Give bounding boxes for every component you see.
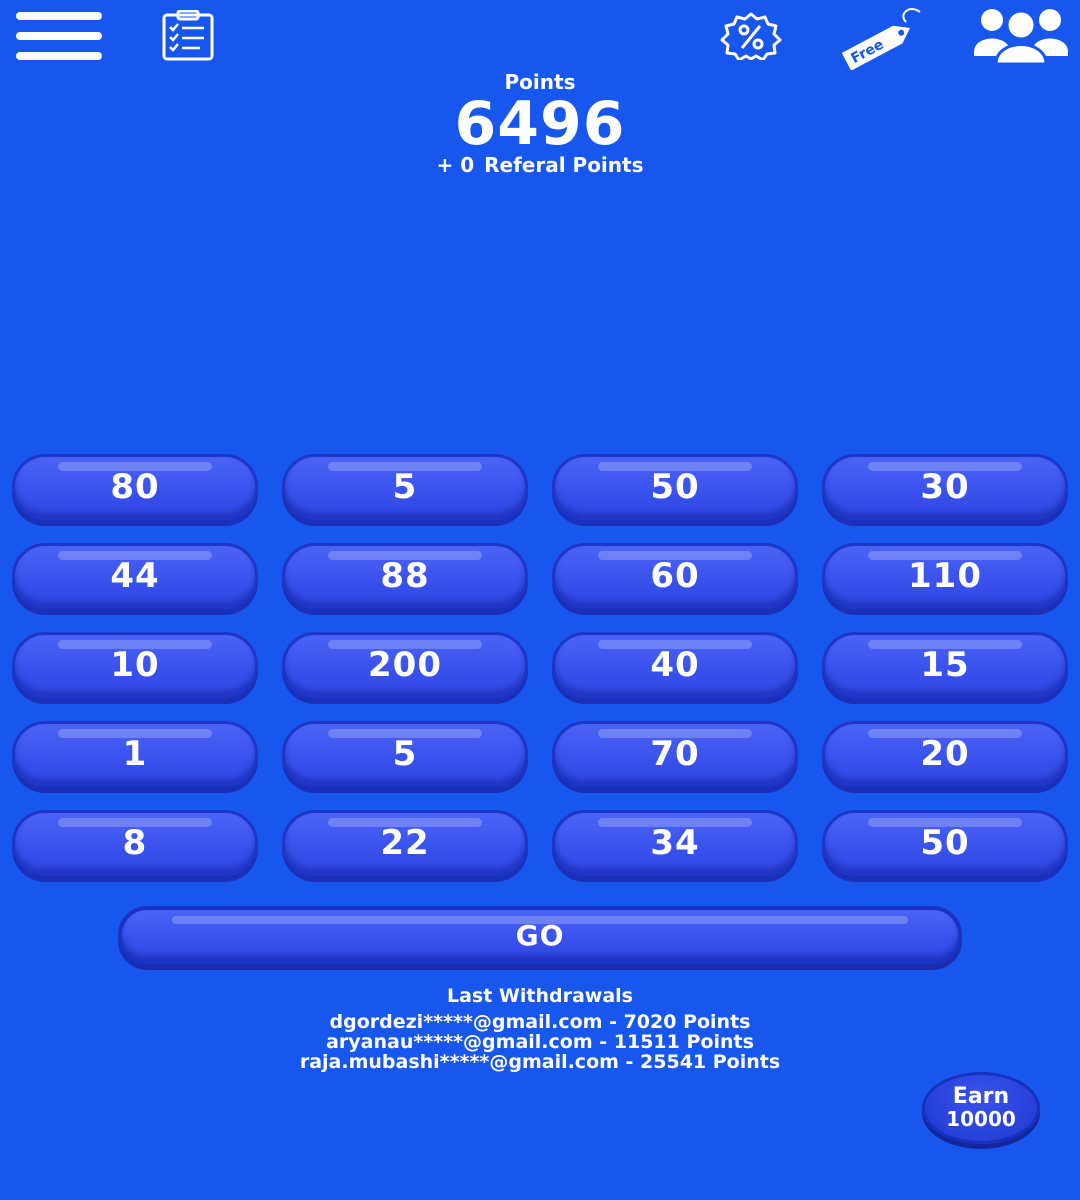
number-button[interactable]: 50 <box>552 454 798 520</box>
number-button[interactable]: 40 <box>552 632 798 698</box>
go-button[interactable]: GO <box>118 906 962 964</box>
points-display: Points 6496 + 0 Referal Points <box>0 70 1080 176</box>
withdrawal-item: dgordezi*****@gmail.com - 7020 Points <box>329 1011 751 1033</box>
number-button[interactable]: 200 <box>282 632 528 698</box>
last-withdrawals: Last Withdrawals dgordezi*****@gmail.com… <box>0 986 1080 1072</box>
number-button[interactable]: 22 <box>282 810 528 876</box>
points-value: 6496 <box>454 89 626 159</box>
number-button[interactable]: 80 <box>12 454 258 520</box>
last-withdrawals-title: Last Withdrawals <box>446 985 633 1007</box>
withdrawal-item: aryanau*****@gmail.com - 11511 Points <box>326 1031 754 1053</box>
number-button[interactable]: 70 <box>552 721 798 787</box>
free-tag-icon: Free <box>841 8 921 71</box>
task-checklist-icon <box>162 9 214 61</box>
number-button[interactable]: 30 <box>822 454 1068 520</box>
number-button[interactable]: 10 <box>12 632 258 698</box>
number-button[interactable]: 88 <box>282 543 528 609</box>
referral-points-value: + 0 <box>436 153 475 177</box>
number-button[interactable]: 5 <box>282 454 528 520</box>
number-button[interactable]: 44 <box>12 543 258 609</box>
earn-label: Earn <box>952 1084 1010 1109</box>
referral-points-label: Referal Points <box>484 153 644 177</box>
menu-button[interactable] <box>14 10 104 62</box>
discount-badge-icon <box>720 12 782 62</box>
hamburger-menu-icon <box>16 12 102 60</box>
discount-button[interactable] <box>716 12 786 62</box>
free-offer-button[interactable]: Free <box>834 4 926 71</box>
number-button[interactable]: 34 <box>552 810 798 876</box>
earn-button[interactable]: Earn 10000 <box>922 1072 1040 1144</box>
users-group-icon <box>974 9 1068 66</box>
number-button[interactable]: 20 <box>822 721 1068 787</box>
tasks-button[interactable] <box>160 9 216 62</box>
earn-amount: 10000 <box>946 1107 1016 1131</box>
number-button[interactable]: 60 <box>552 543 798 609</box>
referral-points: + 0 Referal Points <box>0 154 1080 176</box>
number-grid: 80 5 50 30 44 88 60 110 10 200 40 15 1 5… <box>12 454 1068 883</box>
go-button-label: GO <box>515 918 565 952</box>
number-button[interactable]: 15 <box>822 632 1068 698</box>
users-group-button[interactable] <box>972 6 1070 66</box>
number-button[interactable]: 50 <box>822 810 1068 876</box>
number-button[interactable]: 5 <box>282 721 528 787</box>
number-button[interactable]: 110 <box>822 543 1068 609</box>
withdrawal-item: raja.mubashi*****@gmail.com - 25541 Poin… <box>299 1051 781 1073</box>
number-button[interactable]: 1 <box>12 721 258 787</box>
number-button[interactable]: 8 <box>12 810 258 876</box>
